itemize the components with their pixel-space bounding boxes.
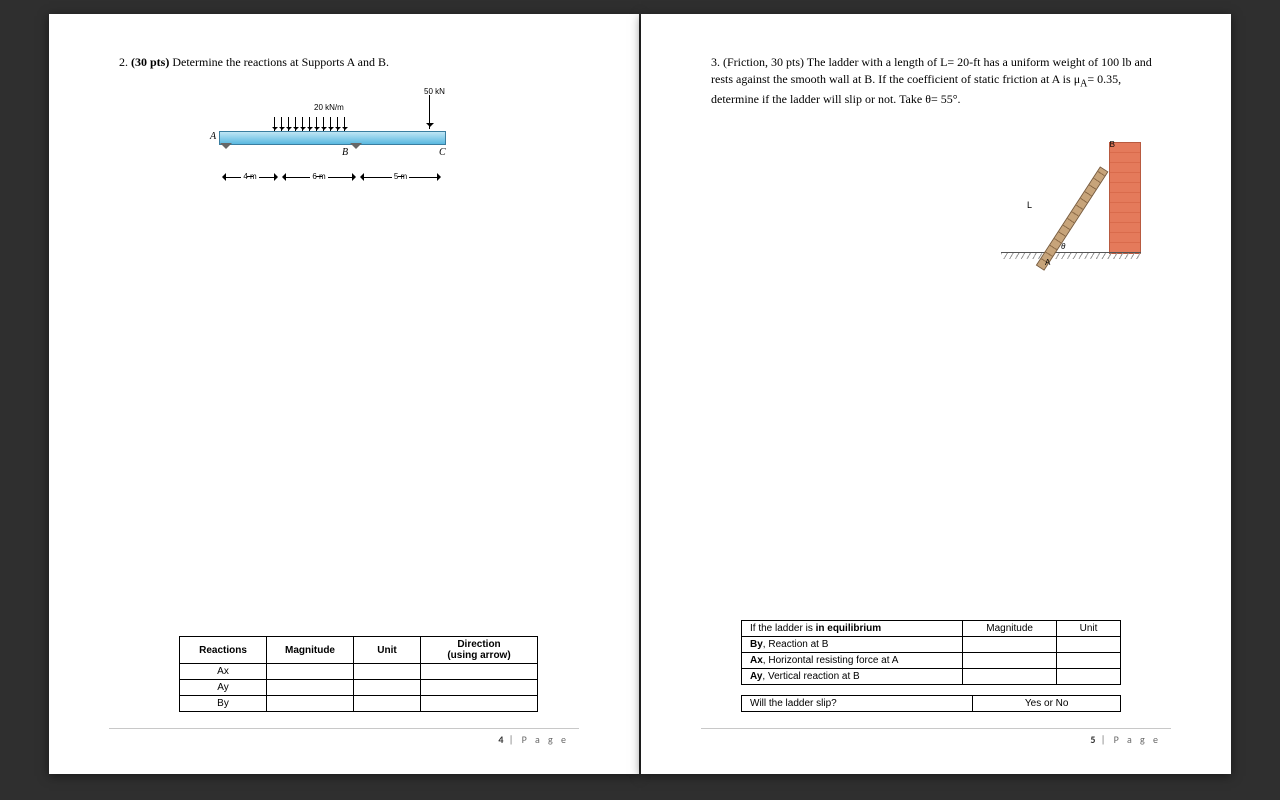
beam-figure: 50 kN 20 kN/m A B C 4 m 6 m 5 m xyxy=(214,89,474,199)
row-ay2: Ay, Vertical reaction at B xyxy=(742,669,963,685)
dist-load-arrows xyxy=(274,117,345,131)
ladder-figure: L B A θ xyxy=(1001,142,1141,272)
page-footer-5: 5 | P a g e xyxy=(711,733,1161,746)
wall-icon xyxy=(1109,142,1141,254)
ladder-tables: If the ladder is in equilibrium Magnitud… xyxy=(741,620,1161,712)
page-4: 2. (30 pts) Determine the reactions at S… xyxy=(49,14,639,774)
label-C: C xyxy=(439,147,446,158)
row-ay: Ay xyxy=(180,680,267,696)
footer-rule xyxy=(109,728,579,729)
dist-load-label: 20 kN/m xyxy=(314,103,344,112)
q2-text: Determine the reactions at Supports A an… xyxy=(172,55,389,69)
slip-question: Will the ladder slip? xyxy=(742,696,973,712)
label-B: B xyxy=(342,147,348,158)
question-2: 2. (30 pts) Determine the reactions at S… xyxy=(119,54,569,71)
q2-points: (30 pts) xyxy=(131,55,169,69)
col-magnitude: Magnitude xyxy=(267,637,354,664)
label-B2: B xyxy=(1110,140,1115,149)
footer-rule xyxy=(701,728,1171,729)
dimension-row: 4 m 6 m 5 m xyxy=(220,167,445,187)
equilibrium-table: If the ladder is in equilibrium Magnitud… xyxy=(741,620,1121,685)
dim-4m: 4 m xyxy=(241,172,258,181)
row-ax2: Ax, Horizontal resisting force at A xyxy=(742,653,963,669)
q2-number: 2. xyxy=(119,55,128,69)
col-unit: Unit xyxy=(354,637,421,664)
page-label: | P a g e xyxy=(1095,733,1161,746)
row-by2: By, Reaction at B xyxy=(742,637,963,653)
label-A: A xyxy=(210,131,216,142)
reactions-table-wrap: Reactions Magnitude Unit Direction(using… xyxy=(179,636,569,712)
col-unit2: Unit xyxy=(1057,621,1121,637)
slip-table: Will the ladder slip? Yes or No xyxy=(741,695,1121,712)
beam-member xyxy=(219,131,446,145)
page-label: | P a g e xyxy=(503,733,569,746)
page-footer-4: 4 | P a g e xyxy=(119,733,569,746)
ground-hatch xyxy=(1001,253,1141,259)
col-reactions: Reactions xyxy=(180,637,267,664)
col-magnitude2: Magnitude xyxy=(963,621,1057,637)
reactions-table: Reactions Magnitude Unit Direction(using… xyxy=(179,636,538,712)
slip-answer: Yes or No xyxy=(973,696,1121,712)
eq-header: If the ladder is in equilibrium xyxy=(742,621,963,637)
point-load-label: 50 kN xyxy=(424,87,445,96)
support-a-icon xyxy=(220,143,232,155)
page-spread: 2. (30 pts) Determine the reactions at S… xyxy=(49,14,1231,774)
q3-points: (Friction, 30 pts) xyxy=(723,55,804,69)
label-L: L xyxy=(1027,200,1032,210)
row-ax: Ax xyxy=(180,664,267,680)
page-5: 3. (Friction, 30 pts) The ladder with a … xyxy=(641,14,1231,774)
row-by: By xyxy=(180,696,267,712)
dim-6m: 6 m xyxy=(310,172,327,181)
q3-number: 3. xyxy=(711,55,720,69)
label-A2: A xyxy=(1045,258,1050,267)
point-load-arrow xyxy=(429,95,430,129)
question-3: 3. (Friction, 30 pts) The ladder with a … xyxy=(711,54,1161,108)
support-b-icon xyxy=(350,143,362,155)
dim-5m: 5 m xyxy=(392,172,409,181)
label-theta: θ xyxy=(1061,242,1065,251)
col-direction: Direction(using arrow) xyxy=(421,637,538,664)
